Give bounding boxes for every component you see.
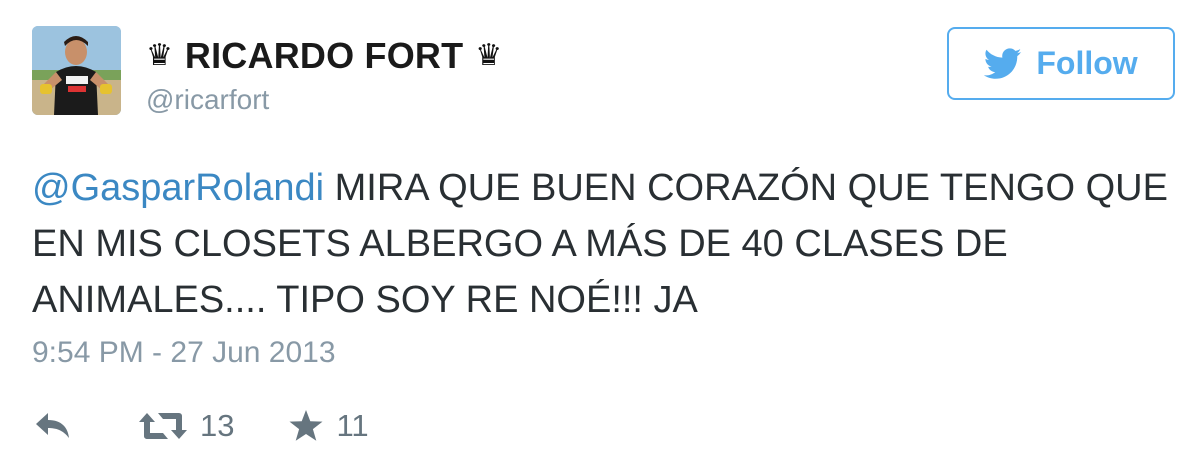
favorite-button[interactable]: 11 — [288, 408, 369, 444]
tweet-text: @GasparRolandi MIRA QUE BUEN CORAZÓN QUE… — [32, 160, 1182, 328]
display-name-row[interactable]: ♛ RICARDO FORT ♛ — [146, 34, 502, 78]
retweet-button[interactable]: 13 — [138, 408, 234, 444]
follow-button[interactable]: Follow — [947, 27, 1175, 100]
tweet-timestamp[interactable]: 9:54 PM - 27 Jun 2013 — [32, 336, 336, 370]
reply-icon — [36, 413, 69, 438]
reply-button[interactable] — [34, 411, 74, 441]
star-icon — [289, 410, 323, 441]
display-name[interactable]: RICARDO FORT — [185, 35, 463, 77]
embedded-tweet: ♛ RICARDO FORT ♛ @ricarfort Follow @Gasp… — [0, 0, 1202, 474]
user-handle[interactable]: @ricarfort — [146, 84, 269, 116]
profile-photo — [32, 26, 121, 115]
tweet-actions: 13 11 — [32, 404, 369, 448]
crown-emoji-right: ♛ — [475, 38, 503, 73]
avatar[interactable] — [32, 26, 121, 115]
follow-button-label: Follow — [1036, 45, 1138, 81]
crown-emoji-left: ♛ — [146, 38, 173, 73]
mention-link[interactable]: @GasparRolandi — [32, 167, 324, 209]
retweet-icon — [139, 413, 187, 439]
twitter-bird-icon — [984, 47, 1022, 79]
retweet-count: 13 — [200, 408, 235, 443]
favorite-count: 11 — [336, 408, 369, 443]
